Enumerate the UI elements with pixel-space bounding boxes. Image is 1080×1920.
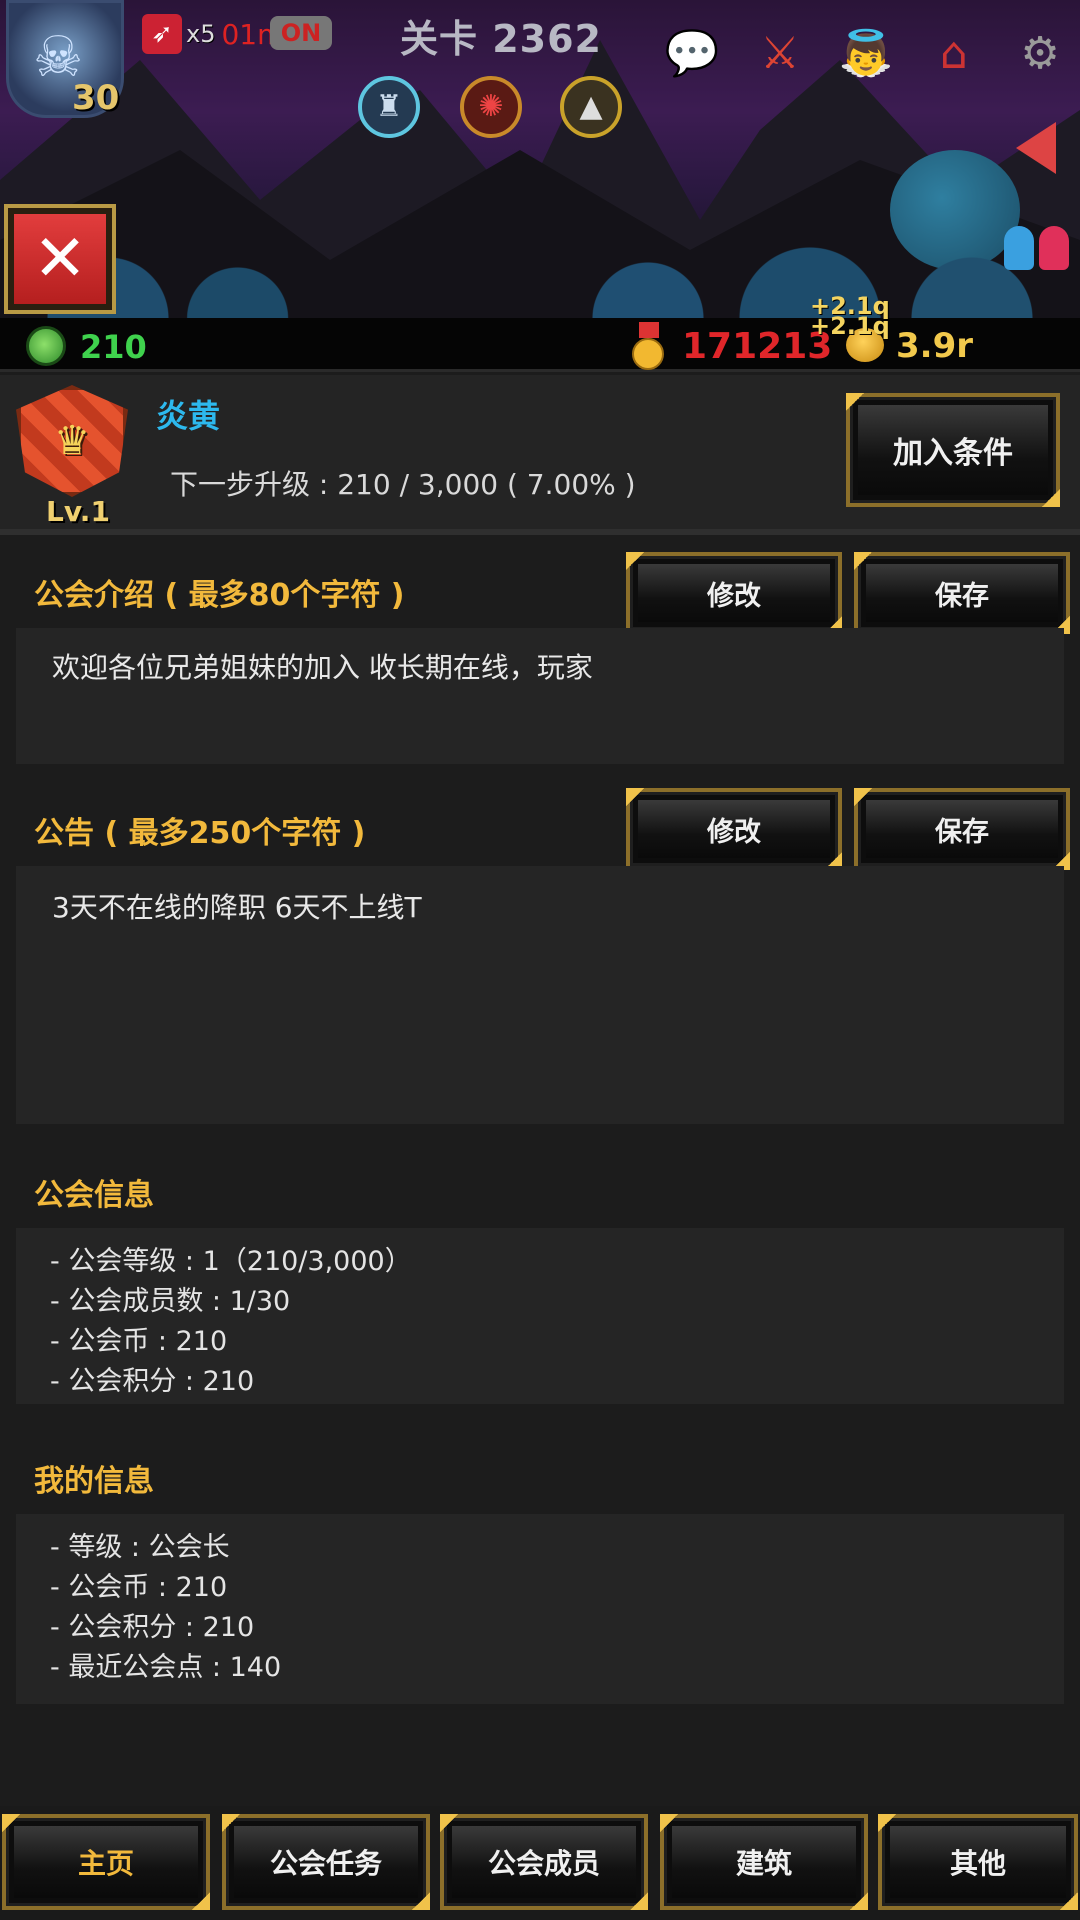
notice-edit-label: 修改 xyxy=(638,800,830,858)
medal-icon xyxy=(632,322,666,370)
gold-value: 3.9r xyxy=(896,326,973,366)
close-button[interactable]: ✕ xyxy=(4,204,116,314)
notice-save-button[interactable]: 保存 xyxy=(854,788,1070,870)
blue-pet xyxy=(1004,226,1034,270)
join-condition-button[interactable]: 加入条件 xyxy=(846,393,1060,507)
my-info-line: - 公会积分 : 210 xyxy=(50,1612,255,1643)
shop-house-icon[interactable]: ⌂ xyxy=(922,22,986,86)
foliage xyxy=(0,238,1080,318)
auto-toggle[interactable]: ON xyxy=(270,16,332,50)
nav-tab-label: 公会任务 xyxy=(234,1826,418,1898)
intro-text: 欢迎各位兄弟姐妹的加入 收长期在线，玩家 xyxy=(52,651,593,684)
nav-tab-buildings[interactable]: 建筑 xyxy=(660,1814,868,1910)
guild-coin-icon xyxy=(26,326,66,366)
notice-text: 3天不在线的降职 6天不上线T xyxy=(52,891,422,924)
nav-tab-label: 公会成员 xyxy=(452,1826,636,1898)
crown-icon: ♛ xyxy=(54,418,90,464)
skill-vortex-icon[interactable]: ✺ xyxy=(460,76,522,138)
guild-level: Lv.1 xyxy=(46,495,110,528)
currency-bar: 210 171213 3.9r xyxy=(0,318,1080,372)
chat-bubble-icon[interactable]: 💬 xyxy=(660,22,724,86)
boost-indicator[interactable]: ➶ x5 01m xyxy=(142,14,284,54)
nav-tab-label: 其他 xyxy=(890,1826,1066,1898)
guild-info-line: - 公会成员数 : 1/30 xyxy=(50,1286,291,1317)
nav-tab-home[interactable]: 主页 xyxy=(2,1814,210,1910)
intro-save-button[interactable]: 保存 xyxy=(854,552,1070,634)
guild-info-line: - 公会积分 : 210 xyxy=(50,1366,255,1397)
guild-info-panel: - 公会等级 : 1（210/3,000） - 公会成员数 : 1/30 - 公… xyxy=(16,1228,1064,1404)
nav-tab-guild-members[interactable]: 公会成员 xyxy=(440,1814,648,1910)
intro-title: 公会介绍 ( 最多80个字符 ) xyxy=(34,578,405,613)
guild-emblem-icon: ♛ xyxy=(16,385,132,501)
nav-tab-other[interactable]: 其他 xyxy=(878,1814,1078,1910)
my-info-line: - 最近公会点 : 140 xyxy=(50,1652,282,1683)
nav-tab-label: 建筑 xyxy=(672,1826,856,1898)
guild-info-line: - 公会币 : 210 xyxy=(50,1326,228,1357)
angel-icon[interactable]: 👼 xyxy=(834,22,898,86)
gear-icon[interactable]: ⚙ xyxy=(1008,22,1072,86)
intro-edit-label: 修改 xyxy=(638,564,830,622)
guild-banner-icon[interactable]: ⚔ xyxy=(748,22,812,86)
notice-title: 公告 ( 最多250个字符 ) xyxy=(34,816,366,851)
intro-save-label: 保存 xyxy=(866,564,1058,622)
skill-cake-icon[interactable]: ♜ xyxy=(358,76,420,138)
my-info-line: - 公会币 : 210 xyxy=(50,1572,228,1603)
hero-level: 30 xyxy=(72,78,120,118)
red-pet xyxy=(1039,226,1070,270)
intro-edit-button[interactable]: 修改 xyxy=(626,552,842,634)
gold-gain-popup: +2.1q xyxy=(810,312,890,340)
join-condition-label: 加入条件 xyxy=(858,405,1048,495)
notice-save-label: 保存 xyxy=(866,800,1058,858)
guild-info-title: 公会信息 xyxy=(34,1178,154,1213)
guild-info-line: - 公会等级 : 1（210/3,000） xyxy=(50,1246,412,1277)
close-icon: ✕ xyxy=(14,214,106,304)
nav-tab-guild-quests[interactable]: 公会任务 xyxy=(222,1814,430,1910)
guild-name: 炎黄 xyxy=(156,397,221,435)
nav-tab-label: 主页 xyxy=(14,1826,198,1898)
notice-edit-button[interactable]: 修改 xyxy=(626,788,842,870)
pets xyxy=(1004,226,1070,274)
triangle-left-icon[interactable] xyxy=(1016,122,1056,174)
winged-boot-icon: ➶ xyxy=(142,14,182,54)
bottom-nav: 主页 公会任务 公会成员 建筑 其他 xyxy=(0,1806,1080,1920)
skill-horn-icon[interactable]: ▲ xyxy=(560,76,622,138)
my-info-title: 我的信息 xyxy=(34,1464,154,1499)
my-info-panel: - 等级 : 公会长 - 公会币 : 210 - 公会积分 : 210 - 最近… xyxy=(16,1514,1064,1704)
stage-title: 关卡 2362 xyxy=(400,17,602,61)
guild-coin-value: 210 xyxy=(80,328,147,366)
my-info-line: - 等级 : 公会长 xyxy=(50,1532,230,1563)
boost-multiplier: x5 xyxy=(186,20,216,48)
guild-progress-text: 下一步升级 : 210 / 3,000 ( 7.00% ) xyxy=(170,468,636,501)
